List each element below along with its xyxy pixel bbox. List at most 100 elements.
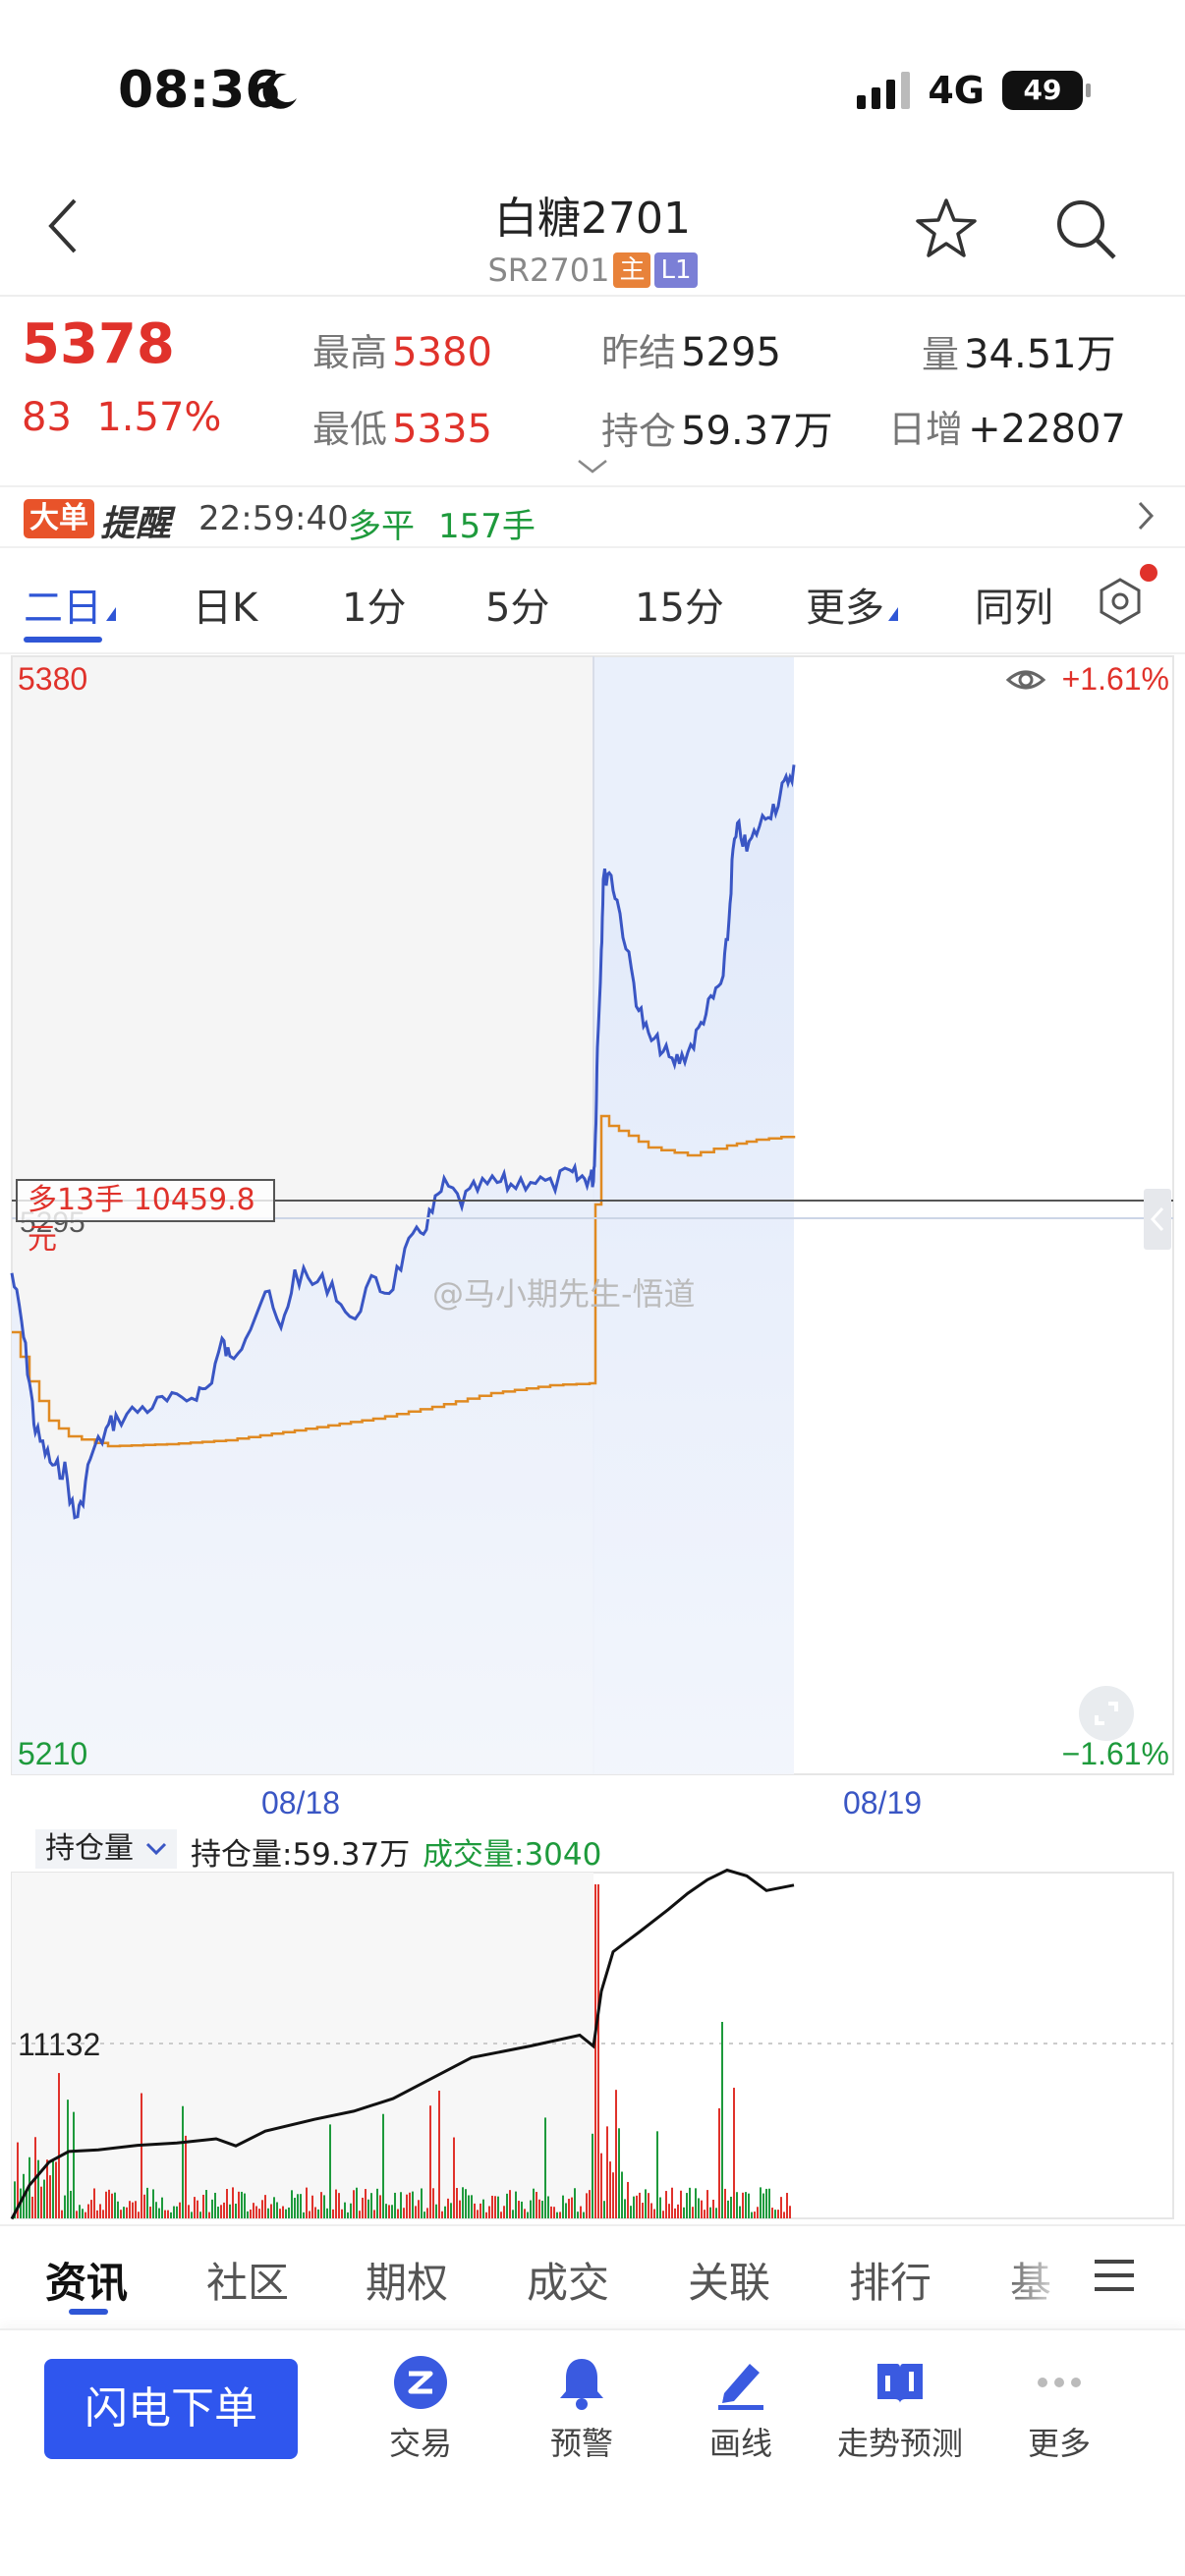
volume-bar (64, 2195, 66, 2218)
draw-action[interactable]: 画线 (662, 2354, 819, 2464)
volume-bar (320, 2192, 322, 2218)
menu-icon[interactable] (1095, 2260, 1134, 2301)
open-interest-value: 59.37万 (681, 409, 833, 454)
tab-more[interactable]: 更多 (806, 576, 898, 633)
volume-bar (536, 2192, 537, 2218)
trend-forecast-action[interactable]: 走势预测 (821, 2354, 979, 2464)
tab-two-day[interactable]: 二日 (24, 576, 116, 633)
tab-options[interactable]: 期权 (366, 2250, 448, 2310)
more-action[interactable]: 更多 (981, 2354, 1138, 2464)
volume-bar (559, 2212, 561, 2218)
volume-bar (677, 2204, 679, 2218)
volume-bar (615, 2090, 617, 2218)
tab-daily-k[interactable]: 日K (193, 576, 257, 633)
volume-bar (329, 2124, 331, 2218)
settings-hex-icon[interactable] (1093, 574, 1148, 633)
volume-bar (730, 2196, 732, 2218)
volume-bar (244, 2193, 246, 2218)
volume-bar (547, 2196, 549, 2218)
tab-trades[interactable]: 成交 (527, 2250, 609, 2310)
volume-bar (362, 2197, 364, 2218)
tab-1min[interactable]: 1分 (342, 576, 406, 633)
volume-bar (606, 2126, 608, 2218)
tabs-fade (1002, 2230, 1100, 2319)
quick-order-button[interactable]: 闪电下单 (44, 2359, 298, 2459)
alert-label: 预警 (549, 2425, 613, 2462)
volume-bar (650, 2203, 652, 2218)
volume-bar (459, 2200, 461, 2218)
indicator-select[interactable]: 持仓量 (35, 1829, 177, 1869)
volume-bar (733, 2088, 735, 2218)
volume-bar (739, 2206, 741, 2218)
tab-news[interactable]: 资讯 (45, 2250, 128, 2310)
volume-bar (90, 2200, 92, 2218)
volume-bar (123, 2207, 125, 2218)
volume-bar (698, 2198, 700, 2218)
volume-bar (273, 2197, 275, 2218)
volume-bar (503, 2206, 505, 2218)
pct-bottom-label: −1.61% (1062, 1736, 1169, 1771)
nav-divider (0, 2224, 1185, 2226)
eye-icon[interactable] (1005, 670, 1046, 690)
volume-bar (111, 2193, 113, 2218)
trade-action[interactable]: 交易 (342, 2354, 499, 2464)
daily-inc-value: +22807 (968, 407, 1126, 452)
volume-bar (255, 2206, 257, 2218)
alert-action-button[interactable]: 预警 (503, 2354, 660, 2464)
tab-same-column[interactable]: 同列 (975, 576, 1053, 633)
expand-chevron-icon[interactable] (576, 458, 609, 479)
volume-bar (403, 2208, 405, 2218)
status-time: 08:36 (118, 61, 281, 120)
dropdown-triangle-icon (106, 607, 116, 621)
volume-bar (423, 2212, 425, 2218)
tab-more-label: 更多 (806, 586, 884, 631)
position-label[interactable]: 多13手 10459.8元 (16, 1179, 275, 1257)
volume-bar (506, 2193, 508, 2218)
low-label: 最低 (312, 408, 388, 451)
alert-title: 提醒 (100, 504, 172, 544)
bell-icon (560, 2359, 603, 2410)
volume-bar (158, 2208, 160, 2218)
volume-bar (294, 2198, 296, 2218)
favorite-star-icon[interactable] (914, 196, 979, 265)
alert-action: 多平 (348, 507, 415, 546)
volume-bar (465, 2189, 467, 2218)
intraday-chart[interactable]: 5380 5210 +1.61% −1.61% 5295 08/18 08/19… (0, 654, 1185, 2226)
volume-bar (742, 2192, 744, 2218)
volume-bar (270, 2204, 272, 2218)
volume-bar (556, 2212, 558, 2218)
volume-bar (376, 2188, 378, 2218)
side-panel-handle-icon[interactable] (1144, 1189, 1171, 1250)
volume-bar (444, 2206, 446, 2218)
volume-bar (379, 2195, 381, 2218)
tab-related[interactable]: 关联 (688, 2250, 770, 2310)
volume-row: 量 34.51万 (922, 322, 1116, 379)
volume-bar (205, 2190, 207, 2218)
volume-bar (226, 2189, 228, 2218)
volume-bar (771, 2208, 773, 2218)
volume-bar (695, 2188, 697, 2218)
big-order-alert-bar[interactable] (0, 485, 1185, 548)
fullscreen-icon[interactable] (1079, 1686, 1134, 1741)
volume-bar (574, 2188, 576, 2218)
tab-5min[interactable]: 5分 (485, 576, 549, 633)
volume-bar (173, 2206, 175, 2218)
tab-ranking[interactable]: 排行 (849, 2250, 931, 2310)
open-interest-label: 持仓 (601, 410, 677, 453)
volume-bar (117, 2201, 119, 2218)
search-icon[interactable] (1053, 196, 1118, 265)
y-top-label: 5380 (18, 661, 87, 697)
volume-bar (686, 2193, 688, 2218)
volume-bar (783, 2212, 785, 2218)
volume-bar (149, 2207, 151, 2218)
volume-bar (85, 2212, 86, 2218)
volume-bar (199, 2212, 201, 2218)
tab-community[interactable]: 社区 (206, 2250, 289, 2310)
volume-bar (450, 2203, 452, 2218)
chevron-right-icon[interactable] (1136, 499, 1156, 540)
volume-bar (565, 2203, 567, 2218)
volume-bar (624, 2199, 626, 2218)
volume-bar (373, 2210, 375, 2218)
volume-bar (724, 2188, 726, 2218)
tab-15min[interactable]: 15分 (635, 576, 724, 633)
